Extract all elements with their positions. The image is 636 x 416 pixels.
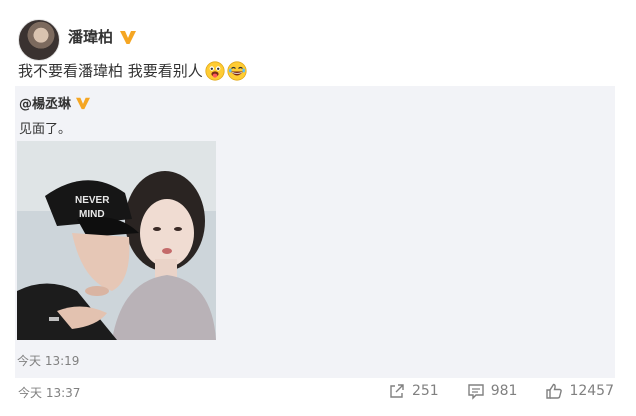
comment-button[interactable]: 981: [467, 382, 518, 400]
share-count: 251: [411, 383, 439, 399]
share-button[interactable]: 251: [388, 382, 439, 400]
repost-author[interactable]: @楊丞琳: [19, 93, 71, 112]
repost-header: @楊丞琳: [19, 93, 91, 112]
repost-text: 见面了。: [19, 122, 72, 137]
repost-timestamp[interactable]: 今天 13:19: [17, 352, 79, 369]
comment-icon: [468, 384, 484, 400]
photo-image: NEVER MIND: [17, 141, 216, 340]
comment-count: 981: [490, 383, 518, 399]
verified-badge-icon: [120, 30, 137, 44]
author-avatar[interactable]: [18, 19, 60, 61]
laughing-face-icon: [227, 61, 247, 81]
repost-photo[interactable]: NEVER MIND: [17, 141, 216, 340]
like-count: 12457: [569, 383, 614, 399]
verified-badge-icon: [76, 97, 91, 109]
action-bar: 251 981 12457: [360, 382, 614, 400]
svg-text:MIND: MIND: [79, 209, 105, 220]
author-name[interactable]: 潘瑋柏: [68, 26, 113, 47]
tongue-out-face-icon: [205, 61, 225, 81]
repost-card[interactable]: @楊丞琳 见面了。 NEVER MIND 今天 13:19: [15, 86, 615, 378]
post-timestamp[interactable]: 今天 13:37: [18, 384, 80, 401]
svg-text:NEVER: NEVER: [75, 195, 110, 206]
like-button[interactable]: 12457: [545, 382, 614, 400]
post-text: 我不要看潘瑋柏 我要看别人: [18, 62, 203, 80]
share-icon: [390, 384, 404, 398]
post-content: 我不要看潘瑋柏 我要看别人: [18, 61, 247, 81]
author-header: 潘瑋柏: [68, 26, 137, 47]
thumbs-up-icon: [546, 383, 563, 399]
